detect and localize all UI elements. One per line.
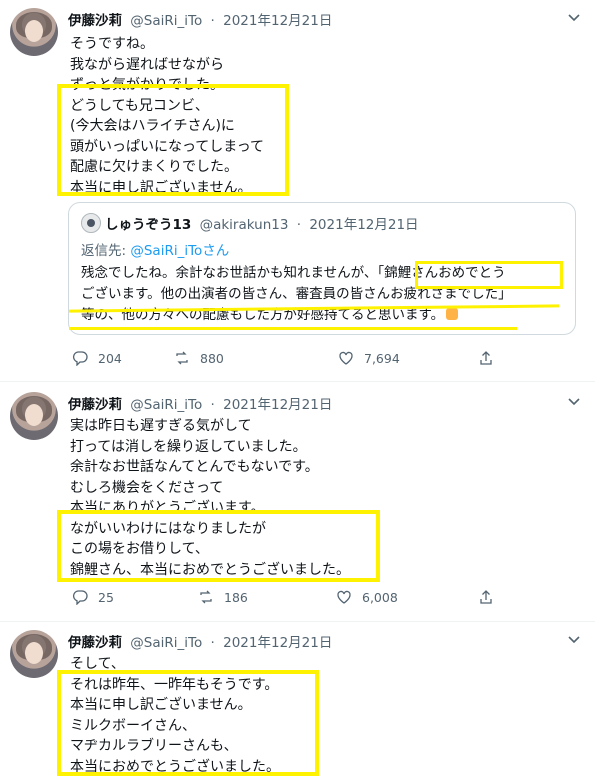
highlight-box [57,510,380,582]
chevron-down-icon[interactable] [567,632,581,646]
avatar[interactable] [81,213,101,233]
text-line: 我ながら遅ればせながら [70,56,224,73]
highlight-box [57,84,289,196]
display-name[interactable]: 伊藤沙莉 [68,635,122,651]
retweet-count: 880 [200,350,224,366]
reply-count: 25 [98,589,114,605]
chevron-down-icon[interactable] [567,10,581,24]
retweet-button[interactable]: 880 [174,350,224,366]
reply-button[interactable]: 25 [72,589,114,606]
quoted-tweet[interactable]: しゅうぞう13 @akirakun13 · 2021年12月21日 返信先: @… [68,202,576,335]
avatar[interactable] [10,8,58,56]
share-icon [478,350,494,366]
reply-icon [72,350,88,367]
retweet-count: 186 [224,589,248,605]
chevron-down-icon[interactable] [567,394,581,408]
quoted-tweet-header: しゅうぞう13 @akirakun13 · 2021年12月21日 [105,213,419,233]
display-name[interactable]: 伊藤沙莉 [68,13,122,29]
separator: · [296,217,302,233]
tweet-3[interactable]: 伊藤沙莉 @SaiRi_iTo · 2021年12月21日 そして、 それは昨年… [0,622,595,777]
like-count: 6,008 [362,589,398,605]
user-handle[interactable]: @SaiRi_iTo [130,13,202,29]
tweet-header: 伊藤沙莉 @SaiRi_iTo · 2021年12月21日 [68,9,332,29]
tweet-1[interactable]: 伊藤沙莉 @SaiRi_iTo · 2021年12月21日 そうですね。 我なが… [0,0,595,380]
reply-handle-link[interactable]: @SaiRi_iToさん [130,243,229,259]
tweet-header: 伊藤沙莉 @SaiRi_iTo · 2021年12月21日 [68,393,332,413]
retweet-icon [174,350,190,366]
retweet-icon [198,589,214,605]
like-button[interactable]: 7,694 [338,350,400,366]
reply-label: 返信先: [81,243,127,259]
tweet-date[interactable]: 2021年12月21日 [223,635,332,651]
reply-button[interactable]: 204 [72,350,122,367]
tweet-date[interactable]: 2021年12月21日 [223,13,332,29]
highlight-box [415,261,563,289]
text-line: 実は昨日も遅すぎる気がして [70,418,252,434]
action-bar: 25 186 6,008 [70,589,510,609]
user-handle[interactable]: @SaiRi_iTo [130,397,202,413]
separator: · [210,397,215,413]
tweet-date[interactable]: 2021年12月21日 [309,217,418,233]
avatar[interactable] [10,392,58,440]
heart-icon [338,350,354,366]
separator: · [210,13,215,29]
share-button[interactable] [478,350,494,366]
action-bar: 204 880 7,694 [70,350,510,370]
emoji-icon [446,308,459,320]
reply-icon [72,589,88,606]
reply-context: 返信先: @SaiRi_iToさん [81,239,229,259]
like-button[interactable]: 6,008 [336,589,398,605]
tweet-2[interactable]: 伊藤沙莉 @SaiRi_iTo · 2021年12月21日 実は昨日も遅すぎる気… [0,382,595,620]
heart-icon [336,589,352,605]
tweet-header: 伊藤沙莉 @SaiRi_iTo · 2021年12月21日 [68,631,332,651]
reply-count: 204 [98,350,122,366]
separator: · [210,635,215,651]
text-line: そうですね。 [70,36,154,52]
share-icon [478,589,494,605]
text-line: 打っては消しを繰り返していました。 [70,438,307,455]
like-count: 7,694 [364,350,400,366]
text-line: むしろ機会をくださって [70,479,224,496]
user-handle[interactable]: @akirakun13 [200,217,289,233]
share-button[interactable] [478,589,494,605]
highlight-underline [69,327,517,330]
user-handle[interactable]: @SaiRi_iTo [130,635,202,651]
display-name[interactable]: しゅうぞう13 [105,217,191,233]
avatar[interactable] [10,630,58,678]
highlight-box [57,670,319,776]
display-name[interactable]: 伊藤沙莉 [68,397,122,413]
tweet-date[interactable]: 2021年12月21日 [223,397,332,413]
text-line: 余計なお世話なんてとんでもないです。 [70,459,319,475]
retweet-button[interactable]: 186 [198,589,248,605]
